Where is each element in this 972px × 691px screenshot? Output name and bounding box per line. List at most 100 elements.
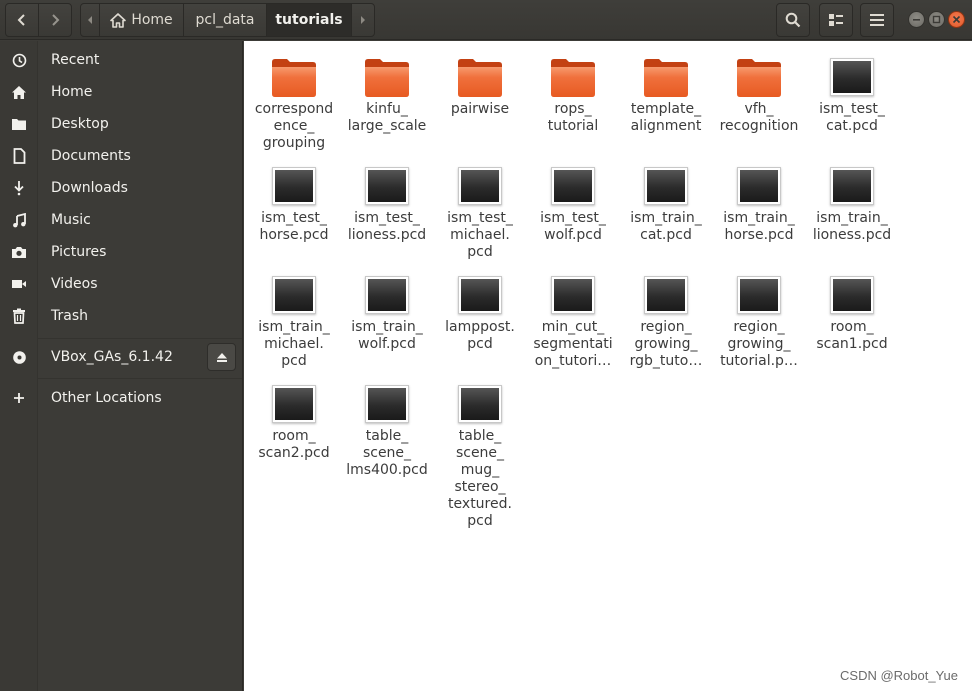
file-item[interactable]: lamppost. pcd	[436, 271, 524, 353]
file-item[interactable]: ism_train_ lioness.pcd	[808, 162, 896, 244]
view-options-button[interactable]	[819, 3, 853, 37]
file-name-line: large_scale	[347, 118, 427, 134]
maximize-button[interactable]	[928, 11, 945, 28]
folder-icon	[456, 53, 504, 101]
eject-icon	[216, 352, 227, 362]
sidebar-item-vbox-device[interactable]: VBox_GAs_6.1.42	[0, 341, 242, 373]
folder-item[interactable]: template_ alignment	[622, 53, 710, 135]
file-name-line: grouping	[262, 135, 326, 151]
file-name-line: pcd	[467, 244, 493, 260]
file-name: ism_test_ michael. pcd	[436, 210, 524, 261]
file-item[interactable]: ism_train_ cat.pcd	[622, 162, 710, 244]
sidebar-item-label: VBox_GAs_6.1.42	[51, 349, 173, 365]
sidebar-item-label: Recent	[51, 52, 100, 68]
file-name-line: ism_test_	[354, 210, 420, 226]
file-item[interactable]: region_ growing_ rgb_tuto…	[622, 271, 710, 370]
close-button[interactable]	[948, 11, 965, 28]
sidebar-item-home[interactable]: Home	[0, 76, 242, 108]
file-name-line: ism_test_	[540, 210, 606, 226]
file-name-line: growing_	[634, 336, 698, 352]
sidebar-item-videos[interactable]: Videos	[0, 268, 242, 300]
file-name-line: scene_	[455, 445, 505, 461]
sidebar-item-pictures[interactable]: Pictures	[0, 236, 242, 268]
search-button[interactable]	[776, 3, 810, 37]
file-name-line: ism_test_	[261, 210, 327, 226]
folder-item[interactable]: rops_ tutorial	[529, 53, 617, 135]
pcd-file-thumbnail-icon	[456, 271, 504, 319]
file-name-line: template_	[630, 101, 702, 117]
file-name: room_ scan2.pcd	[250, 428, 338, 462]
file-item[interactable]: ism_train_ horse.pcd	[715, 162, 803, 244]
file-name: table_ scene_ lms400.pcd	[343, 428, 431, 479]
file-name: ism_train_ michael. pcd	[250, 319, 338, 370]
file-item[interactable]: room_ scan1.pcd	[808, 271, 896, 353]
file-item[interactable]: ism_test_ cat.pcd	[808, 53, 896, 135]
camera-icon	[0, 236, 38, 268]
sidebar-item-recent[interactable]: Recent	[0, 44, 242, 76]
sidebar-item-trash[interactable]: Trash	[0, 300, 242, 332]
file-item[interactable]: table_ scene_ mug_ stereo_ textured. pcd	[436, 380, 524, 530]
triangle-left-icon	[88, 16, 92, 24]
file-item[interactable]: ism_train_ michael. pcd	[250, 271, 338, 370]
folder-item[interactable]: correspond ence_ grouping	[250, 53, 338, 152]
file-name-line: ism_train_	[258, 319, 330, 335]
sidebar-item-other-locations[interactable]: Other Locations	[0, 382, 242, 414]
pcd-file-thumbnail-icon	[828, 162, 876, 210]
file-item[interactable]: room_ scan2.pcd	[250, 380, 338, 462]
eject-button[interactable]	[207, 343, 236, 371]
folder-item[interactable]: pairwise	[436, 53, 524, 118]
file-name: ism_train_ lioness.pcd	[808, 210, 896, 244]
sidebar-item-documents[interactable]: Documents	[0, 140, 242, 172]
file-name: correspond ence_ grouping	[250, 101, 338, 152]
file-name: region_ growing_ rgb_tuto…	[622, 319, 710, 370]
pcd-file-thumbnail-icon	[549, 162, 597, 210]
file-item[interactable]: ism_test_ michael. pcd	[436, 162, 524, 261]
file-name-line: pcd	[467, 336, 493, 352]
file-name-line: horse.pcd	[724, 227, 794, 243]
disc-icon	[0, 341, 38, 373]
plus-icon	[0, 382, 38, 414]
folder-icon	[270, 53, 318, 101]
sidebar-item-downloads[interactable]: Downloads	[0, 172, 242, 204]
pcd-file-thumbnail-icon	[456, 380, 504, 428]
pcd-file-thumbnail-icon	[363, 271, 411, 319]
home-icon	[110, 12, 127, 28]
file-item[interactable]: ism_test_ lioness.pcd	[343, 162, 431, 244]
breadcrumb-scroll-right-button[interactable]	[351, 3, 375, 37]
pcd-file-thumbnail-icon	[363, 162, 411, 210]
file-item[interactable]: ism_test_ horse.pcd	[250, 162, 338, 244]
file-name-line: min_cut_	[541, 319, 605, 335]
file-name-line: region_	[733, 319, 785, 335]
pcd-file-thumbnail-icon	[363, 380, 411, 428]
file-name: region_ growing_ tutorial.p…	[715, 319, 803, 370]
breadcrumb-home[interactable]: Home	[99, 3, 184, 37]
back-button[interactable]	[5, 3, 39, 37]
pcd-file-thumbnail-icon	[270, 271, 318, 319]
music-icon	[0, 204, 38, 236]
file-name-line: michael.	[264, 336, 324, 352]
file-item[interactable]: ism_train_ wolf.pcd	[343, 271, 431, 353]
file-item[interactable]: ism_test_ wolf.pcd	[529, 162, 617, 244]
file-item[interactable]: region_ growing_ tutorial.p…	[715, 271, 803, 370]
breadcrumb-tutorials[interactable]: tutorials	[266, 3, 352, 37]
sidebar-item-label: Desktop	[51, 116, 109, 132]
folder-item[interactable]: kinfu_ large_scale	[343, 53, 431, 135]
file-item[interactable]: min_cut_ segmentati on_tutori…	[529, 271, 617, 370]
file-name-line: room_	[272, 428, 316, 444]
breadcrumb-scroll-left-button[interactable]	[80, 3, 100, 37]
folder-item[interactable]: vfh_ recognition	[715, 53, 803, 135]
file-name-line: tutorial	[547, 118, 599, 134]
file-name-line: ism_train_	[723, 210, 795, 226]
forward-button[interactable]	[38, 3, 72, 37]
menu-button[interactable]	[860, 3, 894, 37]
breadcrumb-pcl-data[interactable]: pcl_data	[183, 3, 267, 37]
sidebar-item-music[interactable]: Music	[0, 204, 242, 236]
file-name: rops_ tutorial	[529, 101, 617, 135]
file-name-line: lms400.pcd	[346, 462, 428, 478]
file-item[interactable]: table_ scene_ lms400.pcd	[343, 380, 431, 479]
list-view-icon	[829, 14, 843, 26]
sidebar-item-desktop[interactable]: Desktop	[0, 108, 242, 140]
file-name-line: kinfu_	[366, 101, 408, 117]
pcd-file-thumbnail-icon	[270, 380, 318, 428]
minimize-button[interactable]	[908, 11, 925, 28]
